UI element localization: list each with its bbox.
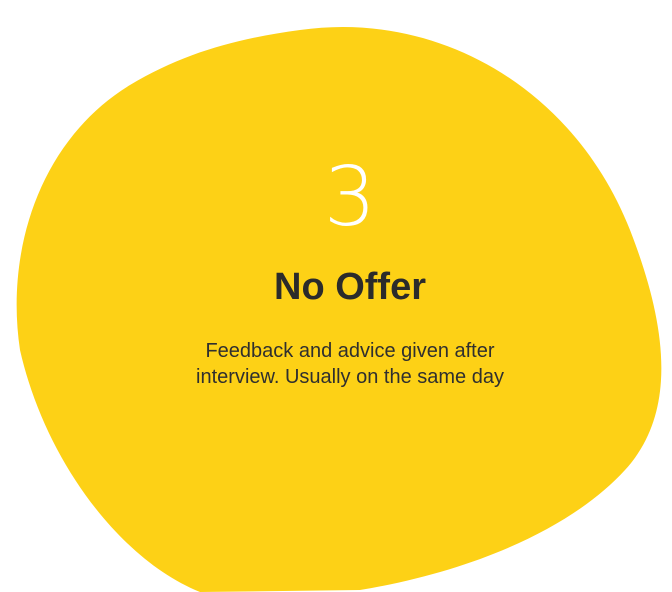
step-description: Feedback and advice given after intervie… <box>196 340 504 388</box>
step-card: 3 No Offer Feedback and advice given aft… <box>0 0 672 592</box>
step-number: 3 <box>323 150 377 245</box>
step-title: No Offer <box>274 266 426 308</box>
step-content: 3 No Offer Feedback and advice given aft… <box>140 150 560 390</box>
